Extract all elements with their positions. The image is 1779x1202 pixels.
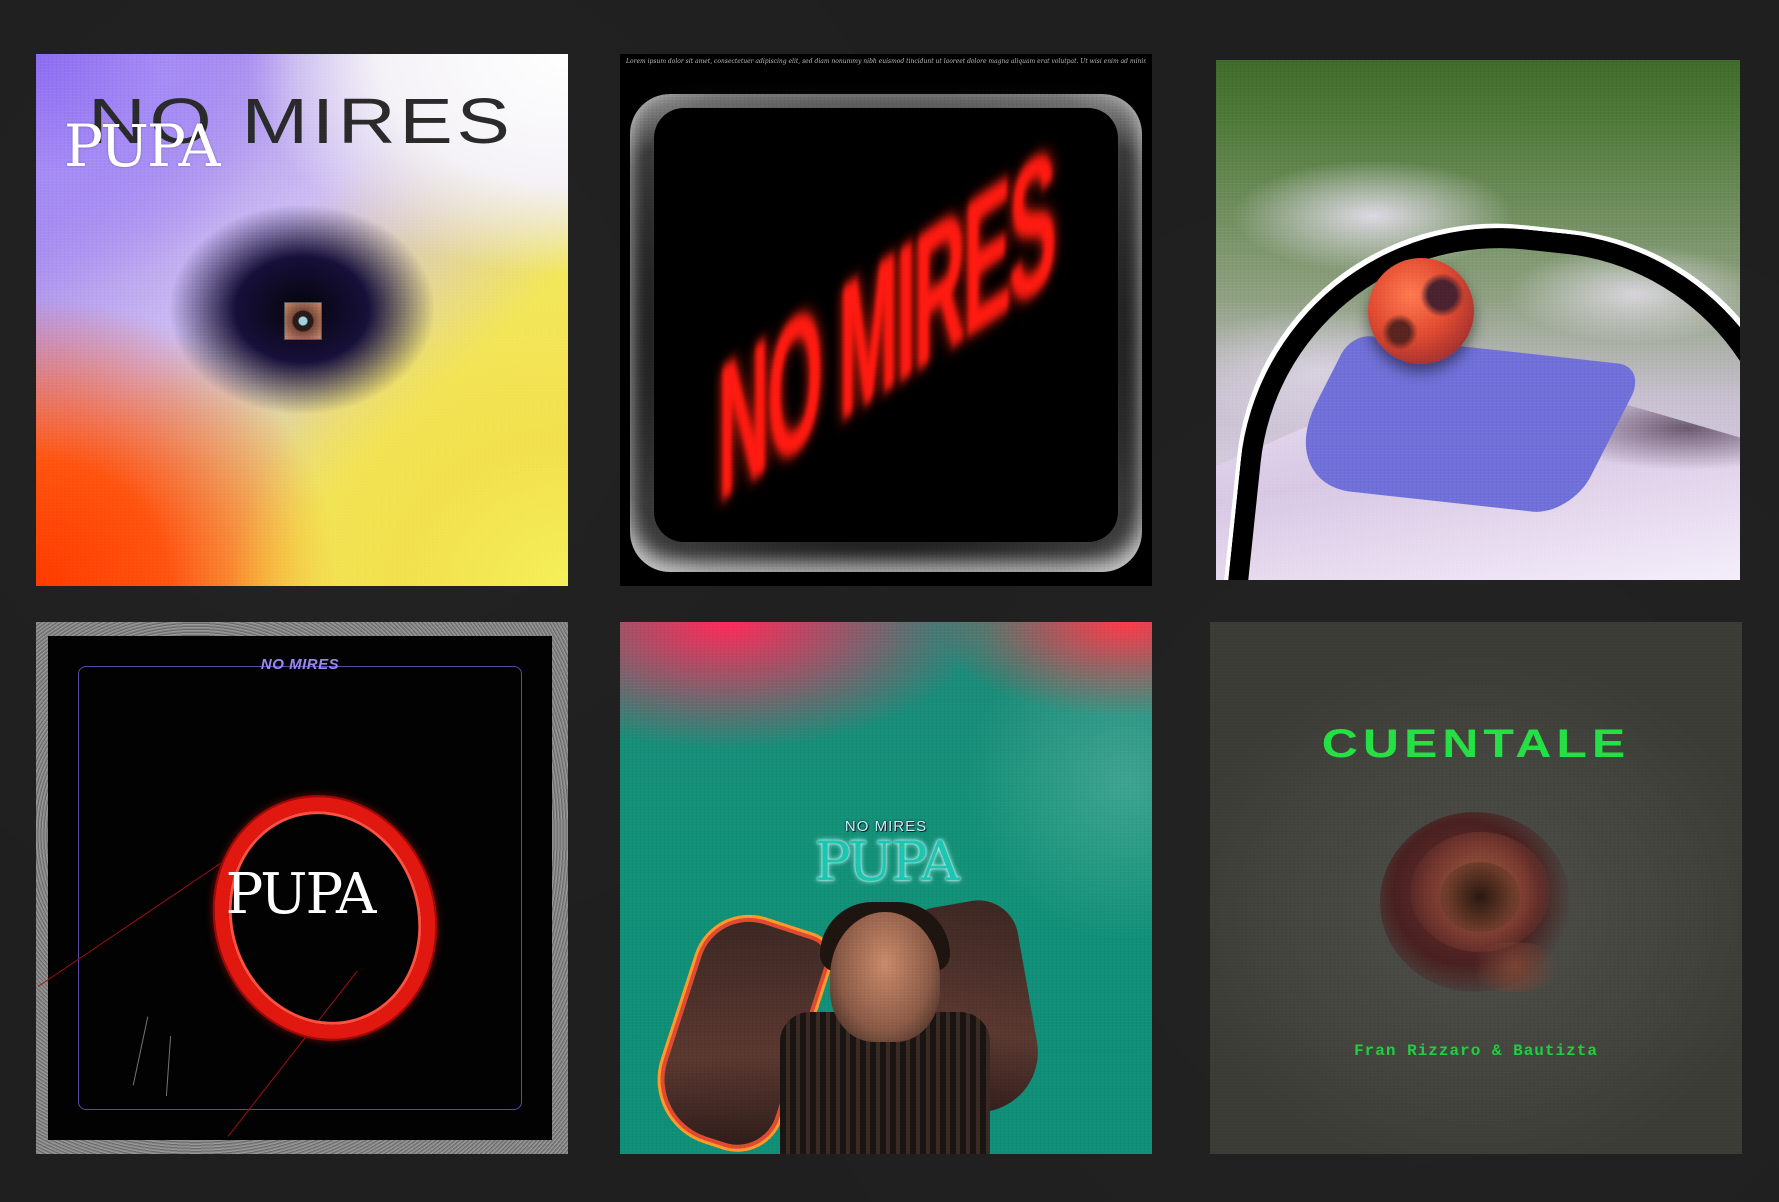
crt-screen: NO MIRES <box>654 106 1118 544</box>
cover-1-artist: PUPA <box>64 112 220 180</box>
album-cover-4[interactable]: NO MIRES PUPA <box>36 622 568 1154</box>
cover-4-inner: NO MIRES PUPA <box>37 636 552 1140</box>
cover-4-artist: PUPA <box>225 862 377 927</box>
cover-6-artist: Fran Rizzaro & Bautizta <box>1354 1042 1598 1060</box>
dried-rose-image <box>1360 792 1590 1012</box>
album-cover-5[interactable]: NO MIRES PUPA <box>620 622 1152 1154</box>
cover-4-title: NO MIRES <box>260 656 340 673</box>
crt-frame: NO MIRES <box>630 94 1142 572</box>
cover-2-title: NO MIRES <box>717 105 1055 545</box>
album-cover-3[interactable] <box>1216 60 1740 580</box>
album-cover-2[interactable]: Lorem ipsum dolor sit amet, consectetuer… <box>620 54 1152 586</box>
eye-thumbnail-image <box>284 302 322 340</box>
album-cover-1[interactable]: NO MIRES PUPA <box>36 54 568 586</box>
planet-orb <box>1368 258 1474 364</box>
album-cover-grid: NO MIRES PUPA Lorem ipsum dolor sit amet… <box>0 0 1779 1202</box>
album-cover-6[interactable]: CUENTALE Fran Rizzaro & Bautizta <box>1210 622 1742 1154</box>
cover-2-caption: Lorem ipsum dolor sit amet, consectetuer… <box>626 58 1146 65</box>
head <box>830 912 940 1042</box>
person-figure <box>648 862 1080 1154</box>
cover-6-title: CUENTALE <box>1321 722 1631 766</box>
cover-5-artist: PUPA <box>814 830 959 893</box>
